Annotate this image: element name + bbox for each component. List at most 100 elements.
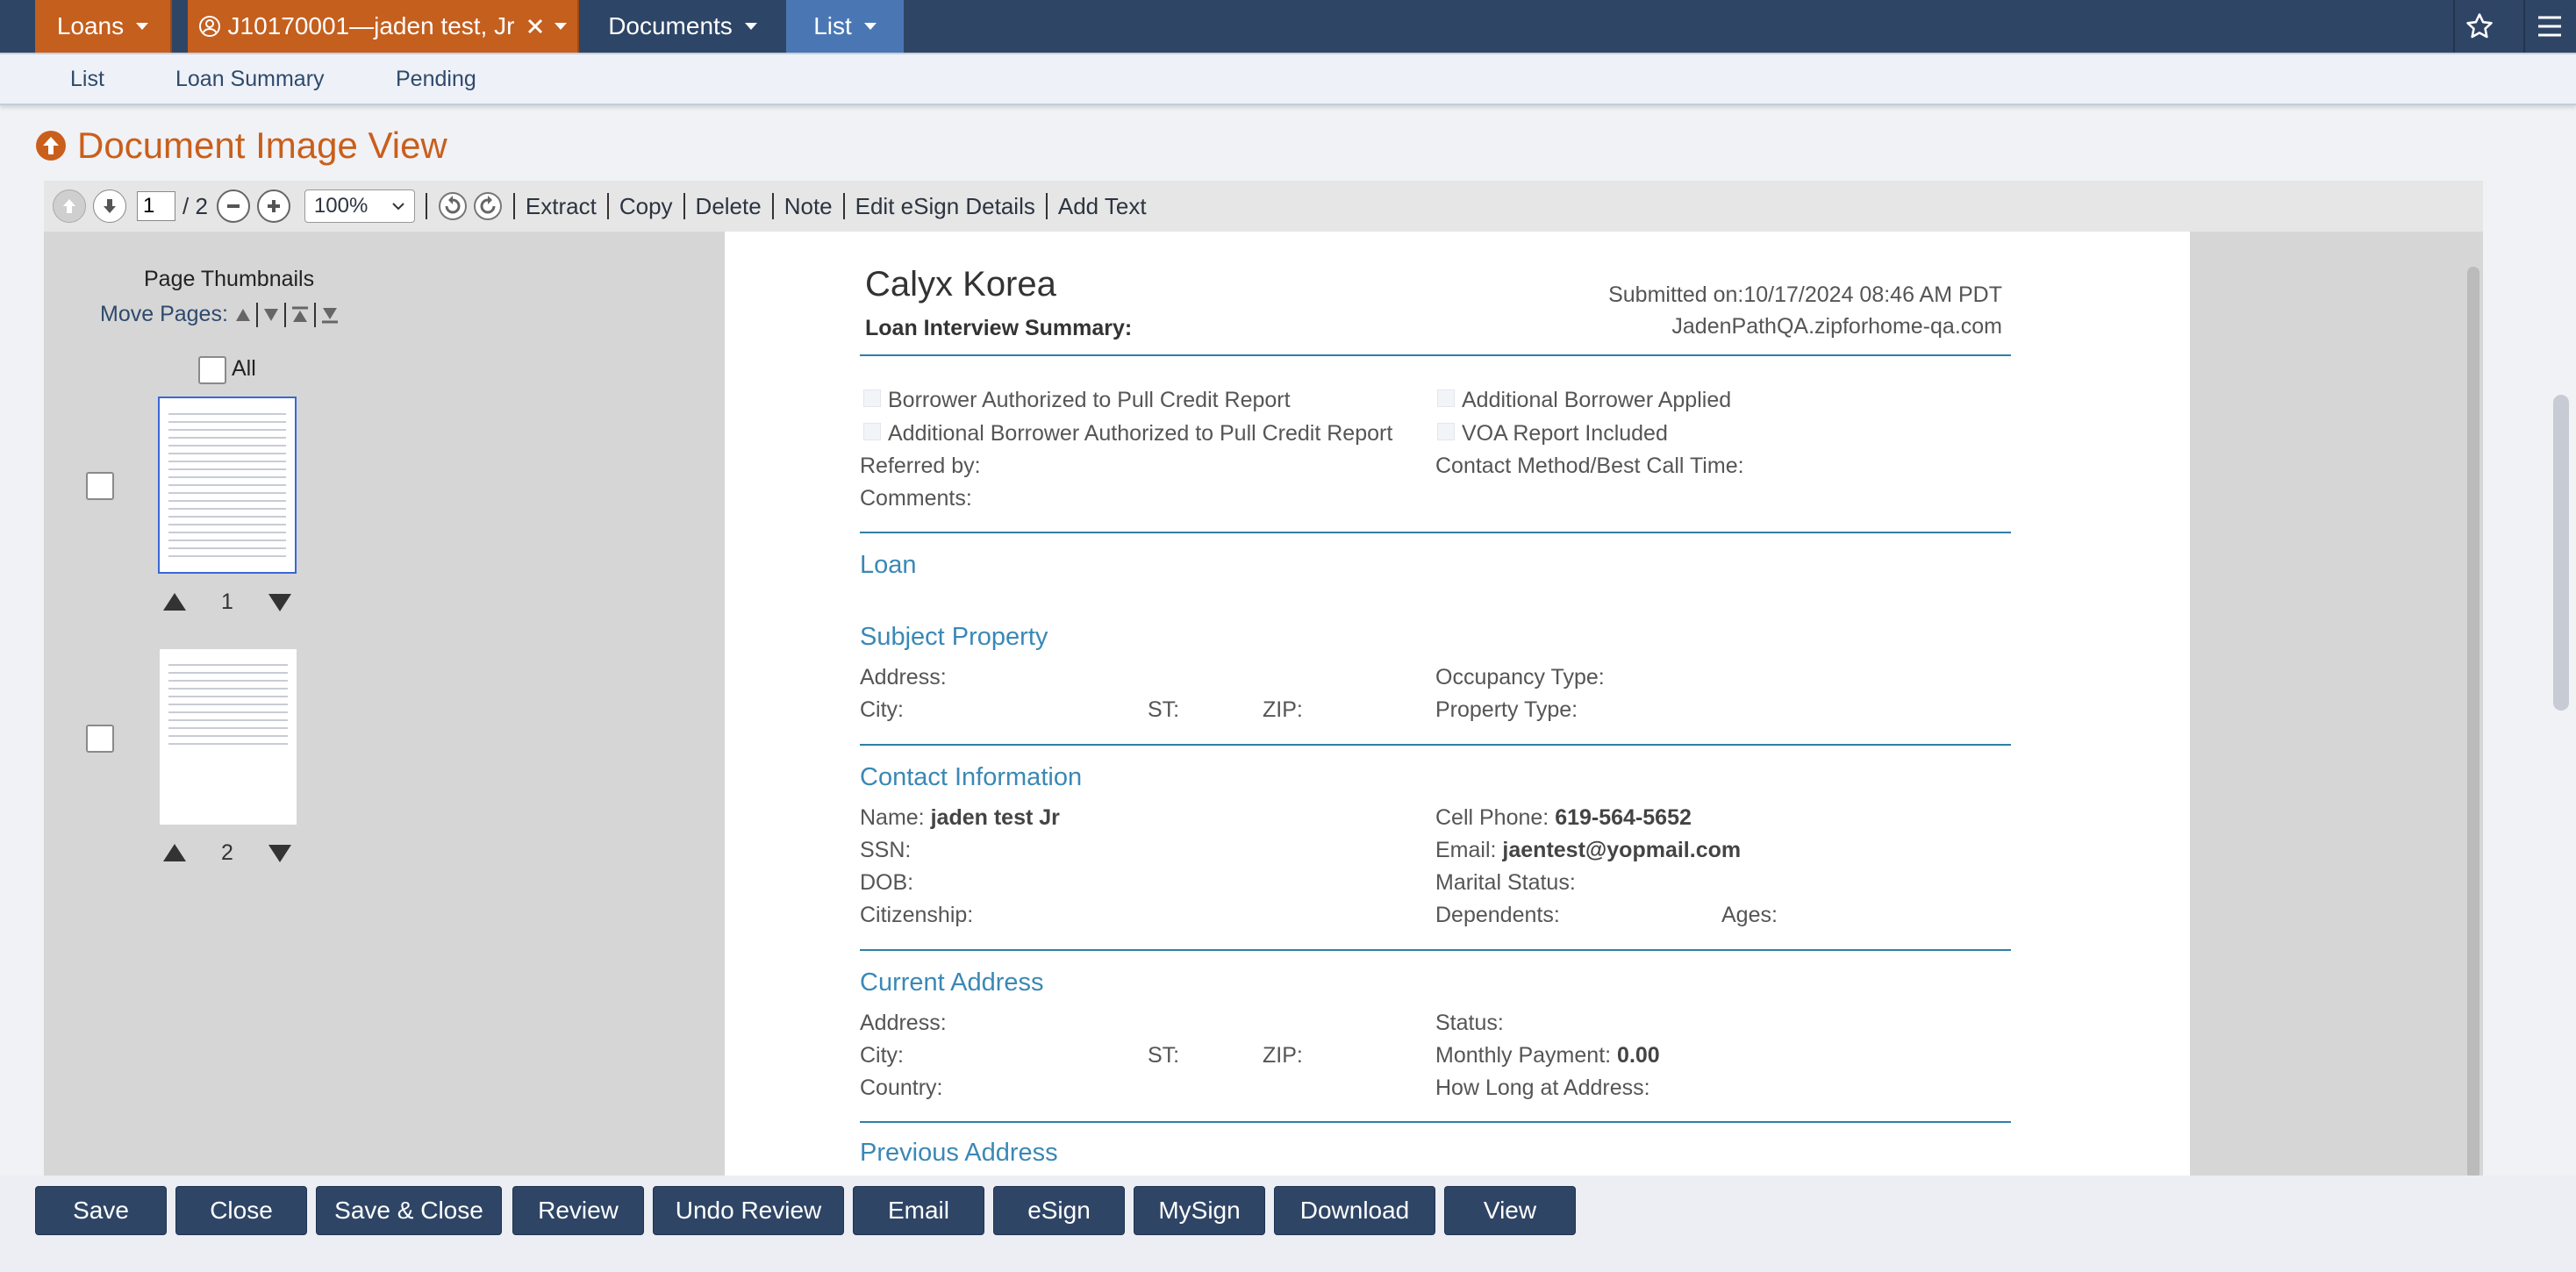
subnav-item-pending[interactable]: Pending — [396, 67, 476, 92]
esign-button[interactable]: eSign — [993, 1186, 1125, 1235]
toolbar-divider — [771, 193, 774, 219]
arrow-down-icon — [104, 199, 116, 213]
tab-loan-record-label: J10170001—jaden test, Jr — [227, 12, 515, 39]
rotate-left-icon[interactable] — [438, 191, 468, 221]
edit-esign-details-link[interactable]: Edit eSign Details — [855, 193, 1035, 220]
summary-title: Loan Interview Summary: — [865, 316, 1133, 340]
page-1-number: 1 — [221, 590, 233, 614]
section-contact-information: Contact Information — [860, 763, 1083, 791]
monthly-payment-label: Monthly Payment: — [1435, 1043, 1612, 1068]
save-button[interactable]: Save — [35, 1186, 167, 1235]
current-address-label: Address: — [860, 1011, 947, 1035]
mysign-button[interactable]: MySign — [1134, 1186, 1265, 1235]
tab-loan-record[interactable]: J10170001—jaden test, Jr — [188, 0, 579, 53]
ssn-label: SSN: — [860, 838, 912, 862]
subject-address-label: Address: — [860, 665, 947, 690]
page-number-input[interactable] — [137, 191, 175, 221]
view-button[interactable]: View — [1444, 1186, 1576, 1235]
toolbar-divider — [683, 193, 685, 219]
close-icon[interactable] — [526, 18, 544, 35]
move-up-icon[interactable] — [233, 306, 253, 324]
check-label-1: Borrower Authorized to Pull Credit Repor… — [888, 388, 1291, 412]
contact-method-label: Contact Method/Best Call Time: — [1435, 454, 1744, 478]
divider — [860, 949, 2011, 951]
download-button[interactable]: Download — [1274, 1186, 1435, 1235]
page-1-move-up-icon[interactable] — [163, 593, 186, 611]
email-value: jaentest@yopmail.com — [1502, 838, 1742, 862]
delete-link[interactable]: Delete — [696, 193, 762, 220]
extract-link[interactable]: Extract — [526, 193, 597, 220]
subnav-item-list[interactable]: List — [70, 67, 104, 92]
divider — [860, 1121, 2011, 1123]
copy-link[interactable]: Copy — [619, 193, 673, 220]
next-page-button[interactable] — [93, 189, 126, 223]
previous-page-button[interactable] — [53, 189, 86, 223]
select-all-checkbox[interactable] — [198, 356, 226, 384]
review-button[interactable]: Review — [512, 1186, 644, 1235]
page-2-move-up-icon[interactable] — [163, 844, 186, 861]
tab-loans-label: Loans — [56, 12, 125, 39]
viewer-scrollbar[interactable] — [2467, 267, 2479, 1176]
sub-navigation: List Loan Summary Pending — [0, 54, 2576, 105]
note-link[interactable]: Note — [784, 193, 833, 220]
marital-status-label: Marital Status: — [1435, 870, 1576, 895]
save-and-close-button[interactable]: Save & Close — [316, 1186, 502, 1235]
referred-by-label: Referred by: — [860, 454, 981, 478]
page-2-move-down-icon[interactable] — [268, 845, 291, 862]
submitted-on: Submitted on:10/17/2024 08:46 AM PDT — [1608, 282, 2002, 307]
collapse-up-arrow-icon[interactable] — [35, 130, 67, 161]
divider — [255, 302, 258, 327]
company-name: Calyx Korea — [865, 265, 1056, 304]
toolbar-divider — [425, 193, 427, 219]
zoom-select[interactable]: 100% — [304, 189, 415, 223]
cell-phone-label: Cell Phone: — [1435, 805, 1549, 830]
add-text-link[interactable]: Add Text — [1058, 193, 1147, 220]
move-to-top-icon[interactable] — [290, 305, 311, 325]
page-1-move-down-icon[interactable] — [268, 594, 291, 611]
undo-review-button[interactable]: Undo Review — [653, 1186, 844, 1235]
how-long-at-address-label: How Long at Address: — [1435, 1075, 1650, 1100]
close-button[interactable]: Close — [175, 1186, 307, 1235]
page-1-thumbnail[interactable] — [158, 397, 297, 574]
move-to-bottom-icon[interactable] — [319, 305, 340, 325]
section-subject-property: Subject Property — [860, 623, 1048, 651]
subject-st-label: ST: — [1148, 697, 1180, 722]
page-2-thumbnail[interactable] — [160, 649, 297, 825]
select-all-label: All — [232, 356, 256, 381]
page-scrollbar[interactable] — [2553, 395, 2569, 711]
toolbar-divider — [1045, 193, 1048, 219]
chevron-down-icon — [555, 23, 568, 30]
occupancy-type-label: Occupancy Type: — [1435, 665, 1605, 690]
section-current-address: Current Address — [860, 968, 1044, 997]
move-down-icon[interactable] — [261, 306, 281, 324]
section-previous-address: Previous Address — [860, 1139, 1058, 1167]
main-menu-button[interactable] — [2523, 0, 2574, 53]
ages-label: Ages: — [1721, 903, 1778, 927]
subnav-item-loan-summary[interactable]: Loan Summary — [175, 67, 325, 92]
thumbnail-preview — [168, 658, 288, 746]
page-1-checkbox[interactable] — [86, 472, 114, 500]
page-2-checkbox[interactable] — [86, 725, 114, 753]
checkbox-display — [863, 423, 881, 440]
zoom-out-button[interactable] — [216, 189, 250, 223]
tab-documents[interactable]: Documents — [581, 0, 784, 53]
tab-loans[interactable]: Loans — [35, 0, 172, 53]
email-label: Email: — [1435, 838, 1497, 862]
tab-documents-label: Documents — [608, 12, 733, 39]
checkbox-display — [863, 389, 881, 407]
dob-label: DOB: — [860, 870, 914, 895]
tab-list[interactable]: List — [786, 0, 904, 53]
cell-phone-value: 619-564-5652 — [1555, 805, 1692, 830]
email-button[interactable]: Email — [853, 1186, 984, 1235]
divider — [860, 744, 2011, 746]
chevron-down-icon — [392, 203, 404, 211]
document-toolbar: / 2 100% Extract Copy Delete Note Edit e… — [44, 181, 2483, 232]
subject-city-label: City: — [860, 697, 904, 722]
page-2-number: 2 — [221, 840, 233, 865]
rotate-right-icon[interactable] — [473, 191, 503, 221]
country-label: Country: — [860, 1075, 943, 1100]
page-title: Document Image View — [77, 125, 447, 166]
move-pages-row: Move Pages: — [100, 302, 340, 327]
zoom-in-button[interactable] — [256, 189, 290, 223]
favorite-button[interactable] — [2453, 0, 2504, 53]
